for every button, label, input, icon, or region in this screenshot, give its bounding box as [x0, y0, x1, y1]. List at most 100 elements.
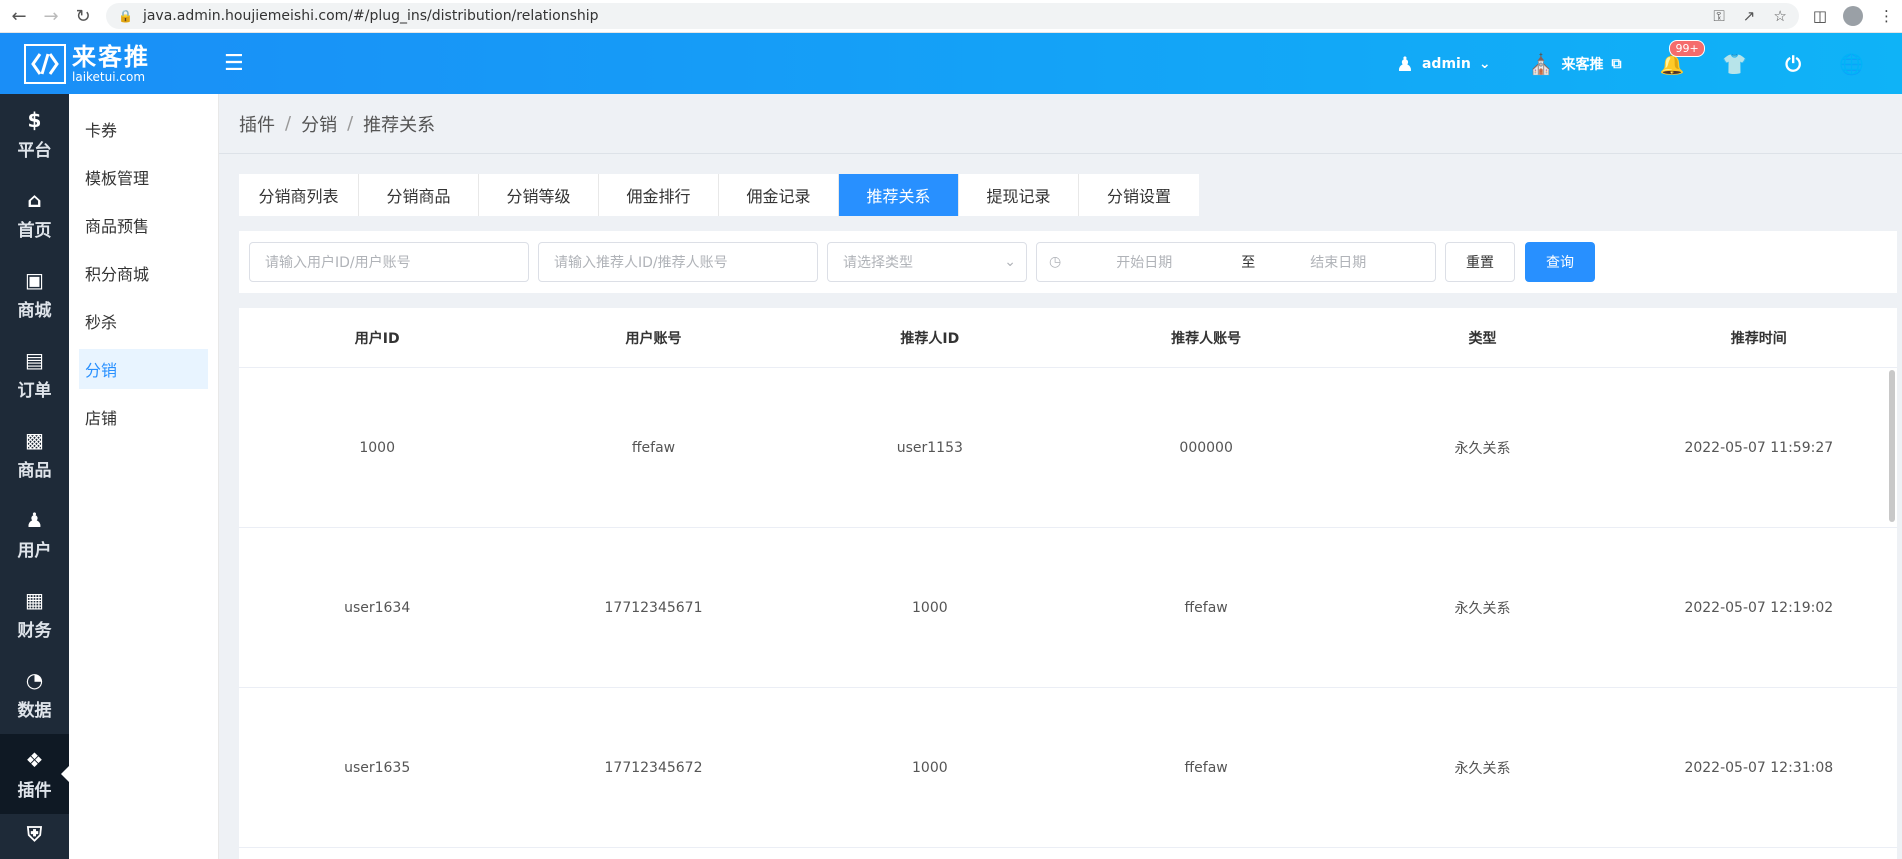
- table-cell: 2022-05-07 12:19:02: [1684, 599, 1834, 616]
- star-icon[interactable]: ☆: [1773, 7, 1786, 25]
- submenu-item-coupon[interactable]: 卡券: [79, 109, 208, 149]
- tab-distribution-levels[interactable]: 分销等级: [479, 174, 599, 216]
- table-cell: ffefaw: [631, 439, 676, 456]
- table-row: user1635 17712345672 1000 ffefaw 永久关系 20…: [239, 688, 1897, 848]
- globe-icon: 🌐: [1839, 51, 1864, 76]
- referrer-search-input[interactable]: 请输入推荐人ID/推荐人账号: [538, 242, 818, 282]
- column-user-account: 用户账号: [625, 330, 682, 347]
- column-user-id: 用户ID: [354, 330, 400, 347]
- profile-icon[interactable]: [1843, 6, 1863, 26]
- user-search-input[interactable]: 请输入用户ID/用户账号: [249, 242, 529, 282]
- user-menu[interactable]: ♟ admin ⌄: [1396, 52, 1491, 76]
- relationship-table: 用户ID 用户账号 推荐人ID 推荐人账号 类型 推荐时间 1000 ffefa…: [239, 308, 1897, 859]
- type-select[interactable]: 请选择类型 ⌄: [827, 242, 1027, 282]
- table-cell: 1000: [912, 599, 948, 616]
- reload-icon[interactable]: ↻: [70, 3, 96, 29]
- logo-subtitle: laiketui.com: [72, 69, 146, 84]
- store-link[interactable]: ⛪ 来客推 ⧉: [1529, 52, 1622, 76]
- share-icon[interactable]: ↗: [1743, 7, 1756, 25]
- sidebar-item-data[interactable]: ◔ 数据: [0, 654, 69, 734]
- store-name: 来客推: [1561, 56, 1604, 73]
- column-referral-time: 推荐时间: [1730, 330, 1787, 347]
- sidebar-item-home[interactable]: ⌂ 首页: [0, 174, 69, 254]
- table-cell: 永久关系: [1454, 760, 1511, 777]
- submenu-item-store[interactable]: 店铺: [79, 397, 208, 437]
- logout-button[interactable]: ⏻: [1785, 52, 1801, 76]
- logo-icon: [24, 43, 66, 84]
- table-cell: 1000: [359, 439, 395, 456]
- reset-button[interactable]: 重置: [1445, 242, 1515, 282]
- power-icon: ⏻: [1785, 51, 1802, 76]
- tab-distribution-products[interactable]: 分销商品: [359, 174, 479, 216]
- tab-commission-ranking[interactable]: 佣金排行: [599, 174, 719, 216]
- table-cell: ffefaw: [1184, 759, 1228, 776]
- pie-icon: ◔: [25, 667, 44, 692]
- table-cell: 000000: [1179, 439, 1233, 456]
- table-cell: user1635: [344, 759, 411, 776]
- table-cell: 17712345672: [604, 759, 703, 776]
- external-link-icon: ⧉: [1611, 55, 1622, 72]
- tab-distributor-list[interactable]: 分销商列表: [239, 174, 359, 216]
- query-button[interactable]: 查询: [1525, 242, 1595, 282]
- breadcrumb-item-plugins[interactable]: 插件: [239, 111, 275, 137]
- sidebar-item-platform[interactable]: $ 平台: [0, 94, 69, 174]
- wallet-icon: ▦: [25, 587, 44, 612]
- clipboard-icon: ▤: [25, 347, 44, 372]
- tab-referral-relationship[interactable]: 推荐关系: [839, 174, 959, 216]
- address-bar[interactable]: 🔒 java.admin.houjiemeishi.com/#/plug_ins…: [106, 3, 1799, 29]
- notification-button[interactable]: 🔔 99+: [1659, 39, 1705, 76]
- language-button[interactable]: 🌐: [1839, 52, 1864, 76]
- logo[interactable]: 来客推 laiketui.com: [24, 43, 184, 84]
- column-referrer-account: 推荐人账号: [1171, 330, 1242, 347]
- store-icon: ⛪: [1528, 51, 1554, 76]
- sidepanel-icon[interactable]: ◫: [1813, 7, 1827, 25]
- more-icon[interactable]: ⋮: [1879, 7, 1894, 25]
- sidebar-item-users[interactable]: ♟ 用户: [0, 494, 69, 574]
- menu-toggle-icon[interactable]: ☰: [224, 51, 244, 76]
- lock-icon: 🔒: [118, 9, 133, 23]
- sidebar-item-products[interactable]: ▩ 商品: [0, 414, 69, 494]
- tab-commission-records[interactable]: 佣金记录: [719, 174, 839, 216]
- top-header: 来客推 laiketui.com ☰ ♟ admin ⌄ ⛪ 来客推 ⧉ 🔔 9…: [0, 33, 1902, 94]
- date-separator: 至: [1241, 255, 1256, 271]
- filter-bar: 请输入用户ID/用户账号 请输入推荐人ID/推荐人账号 请选择类型 ⌄ ◷ 开始…: [239, 231, 1897, 293]
- tab-distribution-settings[interactable]: 分销设置: [1079, 174, 1199, 216]
- plugin-submenu: 卡券 模板管理 商品预售 积分商城 秒杀 分销 店铺: [69, 94, 219, 859]
- submenu-item-template[interactable]: 模板管理: [79, 157, 208, 197]
- url-text: java.admin.houjiemeishi.com/#/plug_ins/d…: [142, 8, 599, 24]
- tshirt-icon: 👕: [1722, 51, 1748, 76]
- shield-icon: ⛨: [27, 822, 42, 846]
- tab-withdrawal-records[interactable]: 提现记录: [959, 174, 1079, 216]
- date-range-picker[interactable]: ◷ 开始日期 至 结束日期: [1036, 242, 1436, 282]
- table-cell: 1000: [912, 759, 948, 776]
- chevron-down-icon: ⌄: [1004, 254, 1016, 270]
- table-cell: 17712345671: [604, 599, 703, 616]
- back-icon[interactable]: ←: [6, 3, 32, 29]
- table-cell: user1153: [896, 439, 963, 456]
- sidebar-item-security[interactable]: ⛨: [0, 814, 69, 859]
- bag-icon: ▩: [25, 427, 44, 452]
- sidebar-item-plugins[interactable]: ❖ 插件: [0, 734, 69, 814]
- forward-icon[interactable]: →: [38, 3, 64, 29]
- chevron-down-icon: ⌄: [1478, 55, 1491, 72]
- table-row: user1634 17712345671 1000 ffefaw 永久关系 20…: [239, 528, 1897, 688]
- shop-icon: ▣: [25, 267, 44, 292]
- sidebar-item-orders[interactable]: ▤ 订单: [0, 334, 69, 414]
- submenu-item-distribution[interactable]: 分销: [79, 349, 208, 389]
- submenu-item-presale[interactable]: 商品预售: [79, 205, 208, 245]
- sidebar-item-finance[interactable]: ▦ 财务: [0, 574, 69, 654]
- notification-badge: 99+: [1669, 39, 1705, 57]
- breadcrumb-item-distribution[interactable]: 分销: [301, 111, 337, 137]
- distribution-tabs: 分销商列表 分销商品 分销等级 佣金排行 佣金记录 推荐关系 提现记录 分销设置: [239, 174, 1199, 216]
- skin-button[interactable]: 👕: [1722, 52, 1747, 76]
- sidebar-item-mall[interactable]: ▣ 商城: [0, 254, 69, 334]
- table-cell: 2022-05-07 12:31:08: [1684, 759, 1834, 776]
- key-icon[interactable]: ⚿: [1713, 7, 1724, 25]
- submenu-item-points-mall[interactable]: 积分商城: [79, 253, 208, 293]
- user-icon: ♟: [25, 507, 44, 532]
- submenu-item-flash-sale[interactable]: 秒杀: [79, 301, 208, 341]
- table-header: 用户ID 用户账号 推荐人ID 推荐人账号 类型 推荐时间: [239, 308, 1897, 368]
- table-cell: user1634: [344, 599, 411, 616]
- table-scrollbar[interactable]: [1889, 370, 1895, 522]
- browser-toolbar: ← → ↻ 🔒 java.admin.houjiemeishi.com/#/pl…: [0, 0, 1902, 33]
